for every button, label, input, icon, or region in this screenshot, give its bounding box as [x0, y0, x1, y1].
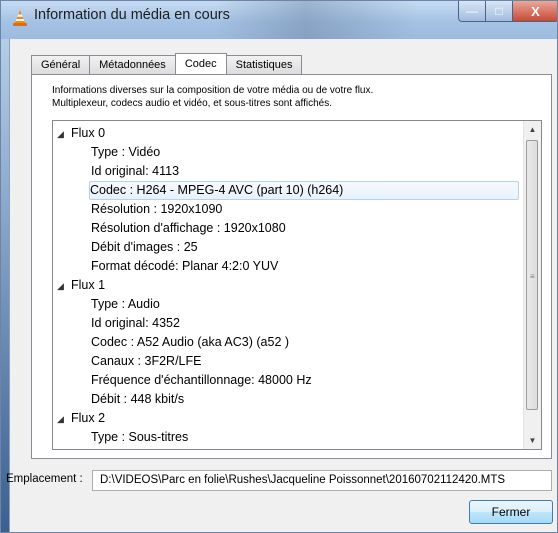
- tree-item-label: Id original: 4113: [91, 164, 180, 178]
- tree-item-label: Débit : 448 kbit/s: [91, 392, 185, 406]
- tree-item-label: Flux 0: [71, 126, 106, 140]
- scroll-up-arrow-icon[interactable]: ▲: [524, 121, 541, 138]
- tab-bar: Général Métadonnées Codec Statistiques: [31, 53, 303, 74]
- scrollbar-thumb[interactable]: ≡: [526, 140, 538, 410]
- tree-property-item[interactable]: Débit d'images : 25: [91, 238, 198, 257]
- tree-property-item[interactable]: Débit : 448 kbit/s: [91, 390, 184, 409]
- tab-codec[interactable]: Codec: [174, 53, 227, 74]
- expand-arrow-icon[interactable]: ◢: [57, 277, 71, 296]
- tree-item-label: Résolution d'affichage : 1920x1080: [91, 221, 286, 235]
- tree-item-label: Flux 2: [71, 411, 106, 425]
- tree-property-item[interactable]: Type : Sous-titres: [91, 428, 188, 447]
- tree-item-label: Résolution : 1920x1090: [91, 202, 223, 216]
- close-window-button[interactable]: X: [513, 1, 557, 22]
- minimize-icon: —: [466, 4, 478, 18]
- tree-property-item[interactable]: Canaux : 3F2R/LFE: [91, 352, 201, 371]
- tab-metadata[interactable]: Métadonnées: [89, 55, 176, 74]
- tree-item-label: Id original: 4352: [91, 316, 180, 330]
- tree-property-item[interactable]: Id original: 4113: [91, 162, 179, 181]
- tree-property-item[interactable]: Codec : A52 Audio (aka AC3) (a52 ): [91, 333, 289, 352]
- tree-property-item[interactable]: Codec : H264 - MPEG-4 AVC (part 10) (h26…: [89, 181, 519, 200]
- window-title: Information du média en cours: [34, 7, 230, 23]
- codec-tree[interactable]: ◢ Flux 0 Type : Vidéo Id original: 4113 Code…: [52, 120, 542, 450]
- tab-general[interactable]: Général: [31, 55, 91, 74]
- codec-description: Informations diverses sur la composition…: [52, 85, 542, 110]
- scrollbar-grip-icon: ≡: [530, 272, 535, 281]
- caption-buttons: — □ X: [458, 1, 557, 23]
- tree-property-item[interactable]: Id original: 4352: [91, 314, 180, 333]
- tree-property-item[interactable]: Format décodé: Planar 4:2:0 YUV: [91, 257, 278, 276]
- tree-property-item[interactable]: Type : Vidéo: [91, 143, 160, 162]
- expand-arrow-icon[interactable]: ◢: [57, 410, 71, 429]
- media-info-window: Information du média en cours — □ X Géné…: [0, 0, 558, 533]
- description-line-1: Informations diverses sur la composition…: [52, 85, 374, 96]
- tree-item-label: Débit d'images : 25: [91, 240, 198, 254]
- close-icon: X: [531, 3, 540, 19]
- tree-item-label: Codec : H264 - MPEG-4 AVC (part 10) (h26…: [90, 183, 344, 197]
- minimize-button[interactable]: —: [458, 1, 486, 22]
- tree-scrollbar[interactable]: ▲ ≡ ▼: [523, 121, 541, 449]
- title-bar-glass: [216, 1, 416, 39]
- vlc-cone-icon: [13, 10, 27, 26]
- location-field[interactable]: D:\VIDEOS\Parc en folie\Rushes\Jacquelin…: [92, 470, 552, 491]
- location-label: Emplacement :: [6, 473, 83, 485]
- tree-property-item[interactable]: Résolution d'affichage : 1920x1080: [91, 219, 286, 238]
- tree-item-label: Codec : A52 Audio (aka AC3) (a52 ): [91, 335, 290, 349]
- tree-item-label: Canaux : 3F2R/LFE: [91, 354, 202, 368]
- scroll-down-arrow-icon[interactable]: ▼: [524, 432, 541, 449]
- window-left-border: [1, 39, 9, 532]
- tree-item-label: Fréquence d'échantillonnage: 48000 Hz: [91, 373, 312, 387]
- tree-item-label: Flux 1: [71, 278, 106, 292]
- title-bar[interactable]: Information du média en cours — □ X: [1, 1, 557, 39]
- tree-item-label: Format décodé: Planar 4:2:0 YUV: [91, 259, 279, 273]
- maximize-button[interactable]: □: [486, 1, 513, 22]
- tree-property-item[interactable]: Type : Audio: [91, 295, 160, 314]
- tree-property-item[interactable]: Résolution : 1920x1090: [91, 200, 222, 219]
- tree-item-label: Type : Sous-titres: [91, 430, 189, 444]
- expand-arrow-icon[interactable]: ◢: [57, 125, 71, 144]
- description-line-2: Multiplexeur, codecs audio et vidéo, et …: [52, 97, 332, 109]
- tree-item-label: Type : Audio: [91, 297, 160, 311]
- tree-property-item[interactable]: Fréquence d'échantillonnage: 48000 Hz: [91, 371, 312, 390]
- tree-stream-node[interactable]: ◢ Flux 1: [57, 276, 105, 295]
- close-button[interactable]: Fermer: [469, 500, 553, 524]
- tree-item-label: Type : Vidéo: [91, 145, 161, 159]
- tree-stream-node[interactable]: ◢ Flux 2: [57, 409, 105, 428]
- tab-statistics[interactable]: Statistiques: [225, 55, 303, 74]
- tree-stream-node[interactable]: ◢ Flux 0: [57, 124, 105, 143]
- maximize-icon: □: [495, 4, 503, 18]
